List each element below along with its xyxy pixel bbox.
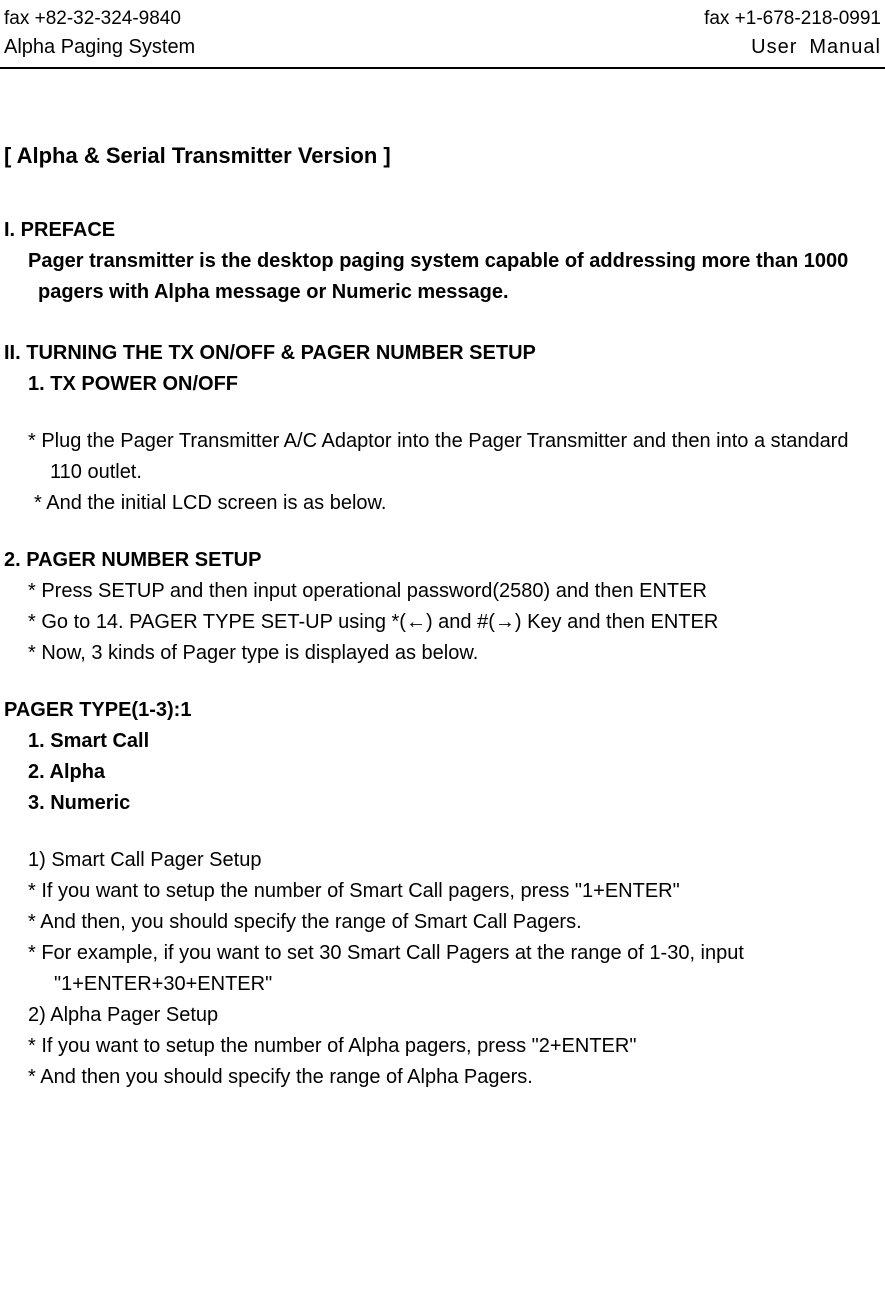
document-page: fax +82-32-324-9840 fax +1-678-218-0991 … <box>0 0 885 1093</box>
pager-type-heading: PAGER TYPE(1-3):1 <box>4 695 881 726</box>
pager-type-opt2: 2. Alpha <box>4 757 881 788</box>
alpha-line2: * If you want to setup the number of Alp… <box>4 1031 881 1062</box>
title-left: Alpha Paging System <box>4 36 195 59</box>
title-right: User Manual <box>751 36 881 59</box>
document-body: [ Alpha & Serial Transmitter Version ] I… <box>0 69 885 1093</box>
s2-line1: * Plug the Pager Transmitter A/C Adaptor… <box>4 426 881 457</box>
pager-type-opt3: 3. Numeric <box>4 788 881 819</box>
pager-setup-line2: * Go to 14. PAGER TYPE SET-UP using *(←)… <box>4 607 881 638</box>
title-manual: Manual <box>809 36 881 58</box>
section2-sub1: 1. TX POWER ON/OFF <box>4 369 881 400</box>
fax-right: fax +1-678-218-0991 <box>704 8 881 30</box>
smartcall-line3: * And then, you should specify the range… <box>4 907 881 938</box>
smartcall-line2: * If you want to setup the number of Sma… <box>4 876 881 907</box>
pager-type-opt1: 1. Smart Call <box>4 726 881 757</box>
title-row: Alpha Paging System User Manual <box>4 36 881 59</box>
alpha-line1: 2) Alpha Pager Setup <box>4 1000 881 1031</box>
smartcall-line4: * For example, if you want to set 30 Sma… <box>4 938 881 969</box>
pager-setup-heading: 2. PAGER NUMBER SETUP <box>4 545 881 576</box>
s2-line3: * And the initial LCD screen is as below… <box>4 488 881 519</box>
s2-line2: 110 outlet. <box>4 457 881 488</box>
document-header: fax +82-32-324-9840 fax +1-678-218-0991 … <box>0 8 885 63</box>
preface-line1: Pager transmitter is the desktop paging … <box>4 246 881 277</box>
preface-heading: I. PREFACE <box>4 215 881 246</box>
title-user: User <box>751 36 797 58</box>
main-title: [ Alpha & Serial Transmitter Version ] <box>4 139 881 173</box>
pager-setup-line1: * Press SETUP and then input operational… <box>4 576 881 607</box>
alpha-line3: * And then you should specify the range … <box>4 1062 881 1093</box>
pager-setup-line3: * Now, 3 kinds of Pager type is displaye… <box>4 638 881 669</box>
fax-row: fax +82-32-324-9840 fax +1-678-218-0991 <box>4 8 881 30</box>
fax-left: fax +82-32-324-9840 <box>4 8 181 30</box>
smartcall-line1: 1) Smart Call Pager Setup <box>4 845 881 876</box>
section2-heading: II. TURNING THE TX ON/OFF & PAGER NUMBER… <box>4 338 881 369</box>
smartcall-line5: "1+ENTER+30+ENTER" <box>4 969 881 1000</box>
preface-line2: pagers with Alpha message or Numeric mes… <box>4 277 881 308</box>
